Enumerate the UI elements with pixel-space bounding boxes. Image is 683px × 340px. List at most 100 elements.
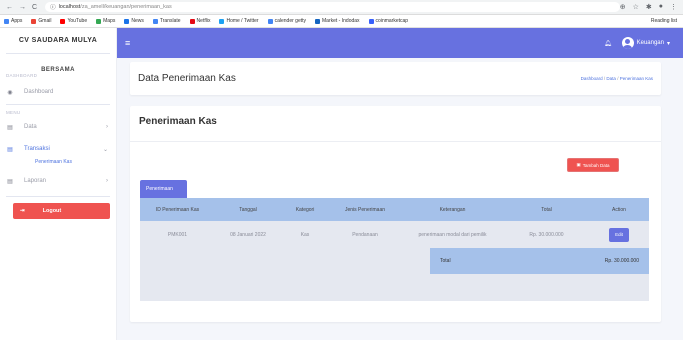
column-header: Tanggal: [239, 206, 257, 213]
bookmark-youtube[interactable]: YouTube: [60, 18, 87, 24]
bookmark-news[interactable]: News: [124, 18, 144, 24]
sidebar-divider: [6, 196, 110, 197]
share-icon[interactable]: ⊕: [620, 3, 626, 11]
maps-icon: [96, 18, 102, 24]
reading-list[interactable]: Reading list: [649, 18, 683, 24]
breadcrumb-data[interactable]: Data: [606, 76, 616, 81]
sidebar-item-laporan[interactable]: ▤ Laporan ›: [0, 174, 116, 188]
coinmarketcap-icon: [368, 18, 374, 24]
edit-button[interactable]: Edit: [609, 227, 629, 242]
sidebar-item-label: Data: [24, 124, 37, 130]
bookmark-maps[interactable]: Maps: [96, 18, 115, 24]
main-card: Penerimaan Kas ▣ Tambah Data Penerimaan …: [130, 106, 661, 322]
bookmark-calendar[interactable]: calender getty: [267, 18, 306, 24]
calendar-icon: [267, 18, 273, 24]
sidebar-item-label: Transaksi: [24, 146, 50, 152]
star-icon[interactable]: ☆: [633, 3, 639, 11]
chevron-right-icon: ›: [106, 178, 108, 184]
chevron-right-icon: ›: [106, 124, 108, 130]
breadcrumb: Dashboard / Data / Penerimaan Kas: [581, 76, 653, 81]
bookmark-translate[interactable]: Translate: [152, 18, 181, 24]
page-header: Data Penerimaan Kas Dashboard / Data / P…: [130, 62, 661, 95]
folder-icon: ▤: [7, 146, 13, 153]
section-label-dashboard: DASHBOARD: [6, 73, 38, 78]
sidebar-item-label: Dashboard: [24, 89, 54, 95]
indodax-icon: [315, 18, 321, 24]
breadcrumb-dashboard[interactable]: Dashboard: [581, 76, 603, 81]
card-divider: [130, 141, 661, 142]
column-header: Keterangan: [439, 206, 466, 213]
total-value: Rp. 30.000.000: [604, 258, 639, 264]
dashboard-icon: ◉: [7, 89, 13, 96]
sidebar-item-transaksi[interactable]: ▤ Transaksi ⌄: [0, 142, 116, 156]
caret-down-icon: ▾: [666, 40, 670, 47]
back-icon[interactable]: ←: [6, 4, 13, 11]
cell-jenis: Pendanaan: [352, 231, 378, 238]
gmail-icon: [31, 18, 37, 24]
browser-actions: ⊕ ☆ ✱ ● ⋮: [620, 3, 683, 11]
address-bar[interactable]: ⓘ localhost /za_amell/keuangan/penerimaa…: [45, 2, 620, 12]
logout-icon: ⇥: [20, 208, 25, 214]
kebab-menu-icon[interactable]: ⋮: [670, 3, 677, 11]
bookmark-gmail[interactable]: Gmail: [31, 18, 51, 24]
add-data-button[interactable]: ▣ Tambah Data: [567, 158, 619, 172]
profile-icon[interactable]: ●: [659, 3, 663, 11]
bookmark-indodax[interactable]: Market - Indodax: [315, 18, 360, 24]
table-header-row: ID Penerimaan Kas Tanggal Kategori Jenis…: [140, 198, 649, 221]
column-header: Jenis Penerimaan: [344, 206, 386, 213]
logout-button[interactable]: ⇥ Logout: [13, 203, 110, 219]
section-title: Penerimaan Kas: [139, 116, 217, 127]
table-row: PMK001 08 Januari 2022 Kas Pendanaan pen…: [140, 221, 649, 248]
bookmark-coinmarketcap[interactable]: coinmarketcap: [368, 18, 408, 24]
breadcrumb-current: Penerimaan Kas: [619, 76, 653, 81]
netflix-icon: [189, 18, 195, 24]
column-header: Total: [541, 206, 552, 213]
user-name: Keuangan: [636, 40, 664, 46]
data-table: ID Penerimaan Kas Tanggal Kategori Jenis…: [140, 198, 649, 301]
penerimaan-table: ID Penerimaan Kas Tanggal Kategori Jenis…: [140, 198, 649, 248]
bookmark-netflix[interactable]: Netflix: [189, 18, 210, 24]
apps-icon: [4, 18, 9, 24]
bookmark-apps[interactable]: Apps: [4, 18, 22, 24]
info-icon: ⓘ: [50, 5, 56, 11]
sidebar-brand[interactable]: CV SAUDARA MULYA: [0, 28, 116, 53]
bell-icon[interactable]: 🔔︎: [604, 40, 612, 47]
cell-id: PMK001: [167, 231, 188, 238]
url-path: /za_amell/keuangan/penerimaan_kas: [80, 4, 172, 10]
reload-icon[interactable]: C: [32, 4, 37, 11]
folder-icon: ▤: [7, 178, 13, 185]
sidebar-subitem-penerimaan-kas[interactable]: Penerimaan Kas: [0, 156, 116, 168]
hamburger-menu-icon[interactable]: ≡: [125, 38, 130, 48]
cell-total: Rp. 30.000.000: [529, 231, 564, 238]
column-header: Action: [612, 206, 626, 213]
cell-tanggal: 08 Januari 2022: [230, 231, 266, 238]
topbar: ≡ 🔔︎ Keuangan ▾: [117, 28, 683, 58]
bookmarks-bar: Apps Gmail YouTube Maps News Translate N…: [0, 15, 683, 28]
translate-icon: [152, 18, 158, 24]
sidebar-divider: [6, 104, 110, 105]
tab-penerimaan[interactable]: Penerimaan: [140, 180, 187, 198]
column-header: ID Penerimaan Kas: [155, 206, 200, 213]
browser-toolbar: ← → C ⓘ localhost /za_amell/keuangan/pen…: [0, 0, 683, 15]
bookmark-twitter[interactable]: Home / Twitter: [219, 18, 259, 24]
sidebar: CV SAUDARA MULYA BERSAMA DASHBOARD ◉ Das…: [0, 28, 117, 340]
forward-icon[interactable]: →: [19, 4, 26, 11]
news-icon: [124, 18, 130, 24]
cell-kategori: Kas: [300, 231, 310, 238]
avatar: [621, 37, 634, 49]
youtube-icon: [60, 18, 66, 24]
user-dropdown[interactable]: Keuangan ▾: [621, 37, 670, 49]
sidebar-item-data[interactable]: ▤ Data ›: [0, 120, 116, 134]
page-title: Data Penerimaan Kas: [138, 73, 236, 84]
sidebar-item-label: Laporan: [24, 178, 47, 184]
total-row: Total Rp. 30.000.000: [430, 248, 649, 274]
column-header: Kategori: [295, 206, 315, 213]
sidebar-divider: [6, 53, 110, 54]
extensions-icon[interactable]: ✱: [646, 3, 652, 11]
sidebar-item-dashboard[interactable]: ◉ Dashboard: [0, 85, 116, 99]
chevron-down-icon: ⌄: [102, 146, 108, 153]
total-label: Total: [440, 258, 451, 264]
browser-nav: ← → C: [0, 4, 37, 11]
section-label-menu: MENU: [6, 110, 21, 115]
twitter-icon: [219, 18, 225, 24]
